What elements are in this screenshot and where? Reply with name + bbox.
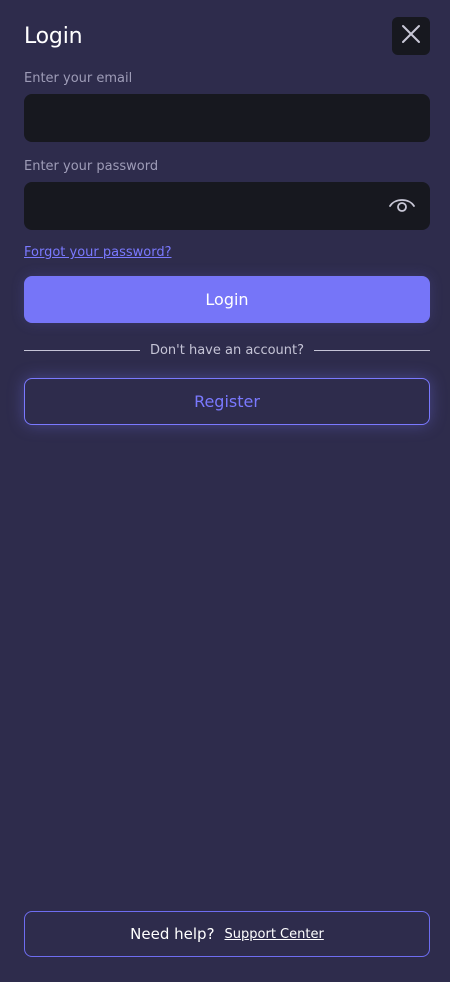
close-icon	[401, 24, 421, 48]
header: Login	[24, 16, 430, 56]
divider-text: Don't have an account?	[149, 342, 305, 358]
eye-icon	[388, 195, 416, 217]
password-field[interactable]	[38, 197, 416, 215]
email-field-container	[24, 94, 430, 142]
register-button[interactable]: Register	[24, 378, 430, 425]
account-divider: Don't have an account?	[24, 340, 431, 360]
help-box: Need help? Support Center	[24, 911, 430, 957]
email-field[interactable]	[38, 109, 416, 127]
password-label: Enter your password	[24, 159, 159, 174]
page-title: Login	[24, 23, 83, 49]
login-screen: Login Enter your email Enter your passwo…	[0, 0, 450, 982]
close-button[interactable]	[392, 17, 430, 55]
login-button[interactable]: Login	[24, 276, 430, 323]
help-text: Need help?	[130, 925, 215, 943]
divider-line-right	[314, 349, 431, 351]
divider-line-left	[24, 349, 140, 351]
support-center-link[interactable]: Support Center	[225, 927, 324, 942]
password-field-container	[24, 182, 430, 230]
password-visibility-toggle[interactable]	[388, 194, 416, 218]
email-label: Enter your email	[24, 71, 133, 86]
forgot-password-link[interactable]: Forgot your password?	[24, 245, 172, 260]
